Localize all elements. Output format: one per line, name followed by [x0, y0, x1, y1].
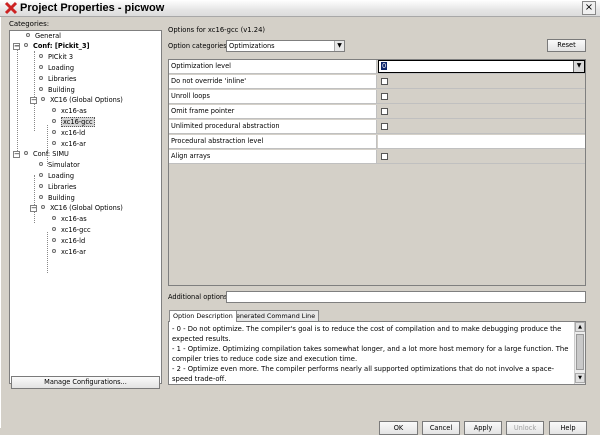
scroll-up-icon[interactable]: ▲ — [575, 322, 585, 332]
node-dot-icon — [52, 108, 56, 112]
additional-options-input[interactable] — [226, 291, 586, 303]
node-dot-icon — [24, 151, 28, 155]
tree-item-general[interactable]: General — [26, 31, 61, 41]
node-dot-icon — [39, 65, 43, 69]
tree-item-conf-simu[interactable]: − Conf: SIMU — [13, 149, 69, 159]
apply-button[interactable]: Apply — [464, 421, 502, 435]
node-dot-icon — [39, 195, 43, 199]
node-dot-icon — [52, 216, 56, 220]
options-grid: Optimization level 0 ▼ Do not override '… — [168, 59, 586, 286]
node-dot-icon — [39, 54, 43, 58]
collapse-icon[interactable]: − — [30, 97, 37, 104]
tree-item-pickit3[interactable]: PICkit 3 — [39, 52, 73, 62]
app-icon — [4, 1, 18, 15]
scroll-thumb[interactable] — [576, 334, 584, 370]
close-button[interactable]: × — [582, 1, 596, 15]
tree-item-libraries[interactable]: Libraries — [39, 74, 76, 84]
tree-item-xc16-as[interactable]: xc16-as — [52, 214, 87, 224]
optimization-level-value: 0 — [381, 62, 388, 70]
tree-item-simulator[interactable]: Simulator — [39, 160, 80, 170]
node-dot-icon — [39, 173, 43, 177]
node-dot-icon — [52, 227, 56, 231]
reset-button[interactable]: Reset — [547, 39, 586, 52]
unlock-button: Unlock — [506, 421, 544, 435]
tree-item-xc16-ld[interactable]: xc16-ld — [52, 236, 85, 246]
option-name: Align arrays — [169, 150, 377, 163]
scroll-down-icon[interactable]: ▼ — [575, 373, 585, 383]
window-title: Project Properties - picwow — [20, 2, 165, 14]
tree-item-building[interactable]: Building — [39, 193, 75, 203]
tree-item-xc16-ld[interactable]: xc16-ld — [52, 128, 85, 138]
option-checkbox[interactable] — [381, 123, 388, 130]
tree-item-xc16-as[interactable]: xc16-as — [52, 106, 87, 116]
categories-tree[interactable]: General − Conf: [Pickit_3] PICkit 3 Loadi… — [9, 30, 162, 384]
tree-item-xc16-ar[interactable]: xc16-ar — [52, 139, 86, 149]
title-bar: Project Properties - picwow × — [0, 0, 600, 17]
tree-item-loading[interactable]: Loading — [39, 171, 74, 181]
chevron-down-icon[interactable]: ▼ — [573, 61, 584, 72]
node-dot-icon — [52, 238, 56, 242]
option-checkbox[interactable] — [381, 78, 388, 85]
node-dot-icon — [39, 162, 43, 166]
node-dot-icon — [24, 43, 28, 47]
option-categories-select[interactable]: Optimizations ▼ — [226, 40, 345, 52]
tree-item-loading[interactable]: Loading — [39, 63, 74, 73]
description-panel: - 0 - Do not optimize. The compiler's go… — [168, 321, 586, 385]
chevron-down-icon: ▼ — [334, 41, 344, 51]
option-row-optimization-level[interactable]: Optimization level 0 ▼ — [169, 60, 585, 74]
optimization-level-select[interactable]: 0 ▼ — [378, 60, 585, 73]
tree-item-libraries[interactable]: Libraries — [39, 182, 76, 192]
option-checkbox[interactable] — [381, 153, 388, 160]
tree-item-xc16-ar[interactable]: xc16-ar — [52, 247, 86, 257]
tree-item-xc16-global[interactable]: − XC16 (Global Options) — [30, 203, 123, 213]
node-dot-icon — [41, 205, 45, 209]
tab-option-description[interactable]: Option Description — [169, 310, 237, 322]
option-name: Omit frame pointer — [169, 105, 377, 118]
option-name: Unlimited procedural abstraction — [169, 120, 377, 133]
option-checkbox[interactable] — [381, 93, 388, 100]
option-name: Unroll loops — [169, 90, 377, 103]
node-dot-icon — [39, 87, 43, 91]
categories-label: Categories: — [9, 20, 50, 28]
option-checkbox[interactable] — [381, 108, 388, 115]
ok-button[interactable]: OK — [379, 421, 418, 435]
node-dot-icon — [52, 249, 56, 253]
tab-generated-command-line[interactable]: Generated Command Line — [227, 310, 320, 321]
node-dot-icon — [52, 130, 56, 134]
option-name: Procedural abstraction level — [169, 135, 377, 148]
manage-configurations-button[interactable]: Manage Configurations... — [11, 376, 160, 389]
cancel-button[interactable]: Cancel — [422, 421, 460, 435]
option-name: Optimization level — [169, 60, 377, 73]
tree-item-building[interactable]: Building — [39, 85, 75, 95]
option-row-omit-frame-pointer[interactable]: Omit frame pointer — [169, 105, 585, 119]
tree-item-xc16-gcc[interactable]: xc16-gcc — [52, 225, 91, 235]
option-name: Do not override 'inline' — [169, 75, 377, 88]
collapse-icon[interactable]: − — [13, 151, 20, 158]
node-dot-icon — [39, 76, 43, 80]
node-dot-icon — [26, 33, 30, 37]
node-dot-icon — [39, 184, 43, 188]
node-dot-icon — [52, 119, 56, 123]
option-categories-label: Option categories: — [168, 42, 229, 50]
description-text: - 0 - Do not optimize. The compiler's go… — [172, 325, 569, 383]
collapse-icon[interactable]: − — [13, 43, 20, 50]
tree-item-conf-pickit3[interactable]: − Conf: [Pickit_3] — [13, 41, 90, 51]
options-for-label: Options for xc16-gcc (v1.24) — [168, 26, 266, 34]
description-scrollbar[interactable]: ▲ ▼ — [574, 322, 585, 384]
node-dot-icon — [41, 97, 45, 101]
node-dot-icon — [52, 141, 56, 145]
help-button[interactable]: Help — [549, 421, 587, 435]
collapse-icon[interactable]: − — [30, 205, 37, 212]
pa-level-input[interactable] — [378, 135, 585, 148]
option-row-pa-level[interactable]: Procedural abstraction level — [169, 135, 585, 149]
tree-item-xc16-gcc[interactable]: xc16-gcc — [52, 117, 95, 127]
tree-item-xc16-global[interactable]: − XC16 (Global Options) — [30, 95, 123, 105]
option-row-unlimited-pa[interactable]: Unlimited procedural abstraction — [169, 120, 585, 134]
option-row-unroll-loops[interactable]: Unroll loops — [169, 90, 585, 104]
option-row-align-arrays[interactable]: Align arrays — [169, 150, 585, 164]
additional-options-label: Additional options: — [168, 293, 230, 301]
option-categories-value: Optimizations — [229, 42, 275, 50]
dialog-body: Categories: General − Conf: [Pickit_3] PI… — [0, 17, 600, 435]
option-row-no-override-inline[interactable]: Do not override 'inline' — [169, 75, 585, 89]
